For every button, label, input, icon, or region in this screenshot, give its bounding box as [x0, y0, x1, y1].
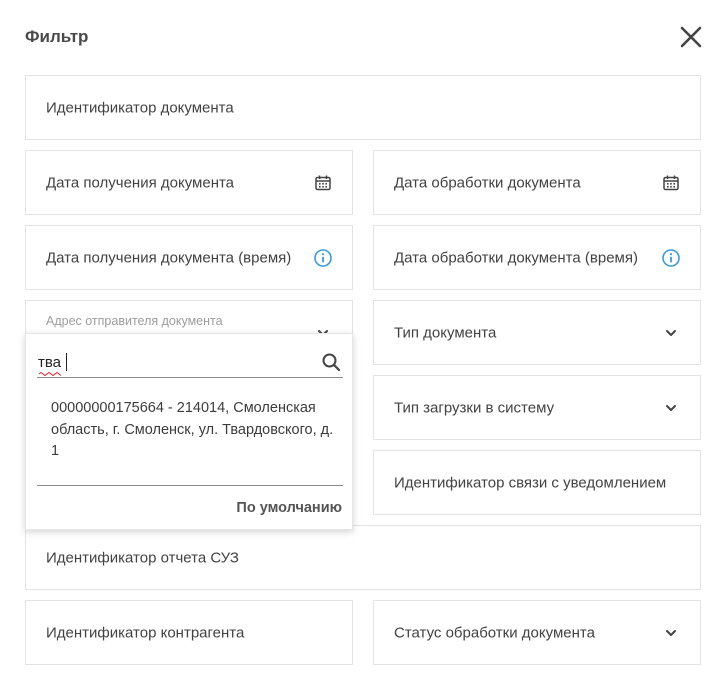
- spellcheck-underline: [39, 372, 61, 376]
- dropdown-divider: [37, 485, 343, 486]
- suz-report-id-field[interactable]: Идентификатор отчета СУЗ: [25, 525, 701, 590]
- receive-time-label: Дата получения документа (время): [46, 249, 292, 266]
- upload-type-select[interactable]: Тип загрузки в систему: [373, 375, 701, 440]
- link-id-field[interactable]: Идентификатор связи с уведомлением: [373, 450, 701, 515]
- calendar-icon[interactable]: [314, 174, 332, 192]
- doc-type-label: Тип документа: [394, 324, 497, 341]
- close-icon[interactable]: [678, 24, 704, 50]
- chevron-down-icon[interactable]: [662, 399, 680, 417]
- process-date-field[interactable]: Дата обработки документа: [373, 150, 701, 215]
- page-title: Фильтр: [25, 27, 89, 46]
- chevron-down-icon[interactable]: [662, 324, 680, 342]
- receive-time-field[interactable]: Дата получения документа (время): [25, 225, 353, 290]
- dropdown-search-input[interactable]: тва: [37, 342, 343, 378]
- receive-date-label: Дата получения документа: [46, 174, 235, 191]
- counterparty-id-label: Идентификатор контрагента: [46, 624, 245, 641]
- doc-type-select[interactable]: Тип документа: [373, 300, 701, 365]
- receive-date-field[interactable]: Дата получения документа: [25, 150, 353, 215]
- dropdown-option[interactable]: 00000000175664 - 214014, Смоленская обла…: [51, 398, 343, 463]
- link-id-label: Идентификатор связи с уведомлением: [394, 474, 667, 491]
- process-status-label: Статус обработки документа: [394, 624, 595, 641]
- process-time-label: Дата обработки документа (время): [394, 249, 638, 266]
- calendar-icon[interactable]: [662, 174, 680, 192]
- process-status-select[interactable]: Статус обработки документа: [373, 600, 701, 665]
- search-input-value[interactable]: тва: [38, 354, 61, 371]
- chevron-down-icon[interactable]: [662, 624, 680, 642]
- sender-address-dropdown: тва 00000000175664 - 214014, Смоленская …: [25, 333, 353, 530]
- doc-id-label: Идентификатор документа: [46, 99, 234, 116]
- doc-id-field[interactable]: Идентификатор документа: [25, 75, 701, 140]
- suz-report-id-label: Идентификатор отчета СУЗ: [46, 549, 239, 566]
- sender-address-label: Адрес отправителя документа: [46, 314, 223, 328]
- search-icon[interactable]: [321, 352, 341, 372]
- process-date-label: Дата обработки документа: [394, 174, 581, 191]
- text-caret: [66, 353, 67, 371]
- info-icon[interactable]: [314, 248, 332, 267]
- default-button[interactable]: По умолчанию: [236, 500, 342, 516]
- info-icon[interactable]: [662, 248, 680, 267]
- process-time-field[interactable]: Дата обработки документа (время): [373, 225, 701, 290]
- counterparty-id-field[interactable]: Идентификатор контрагента: [25, 600, 353, 665]
- upload-type-label: Тип загрузки в систему: [394, 399, 555, 416]
